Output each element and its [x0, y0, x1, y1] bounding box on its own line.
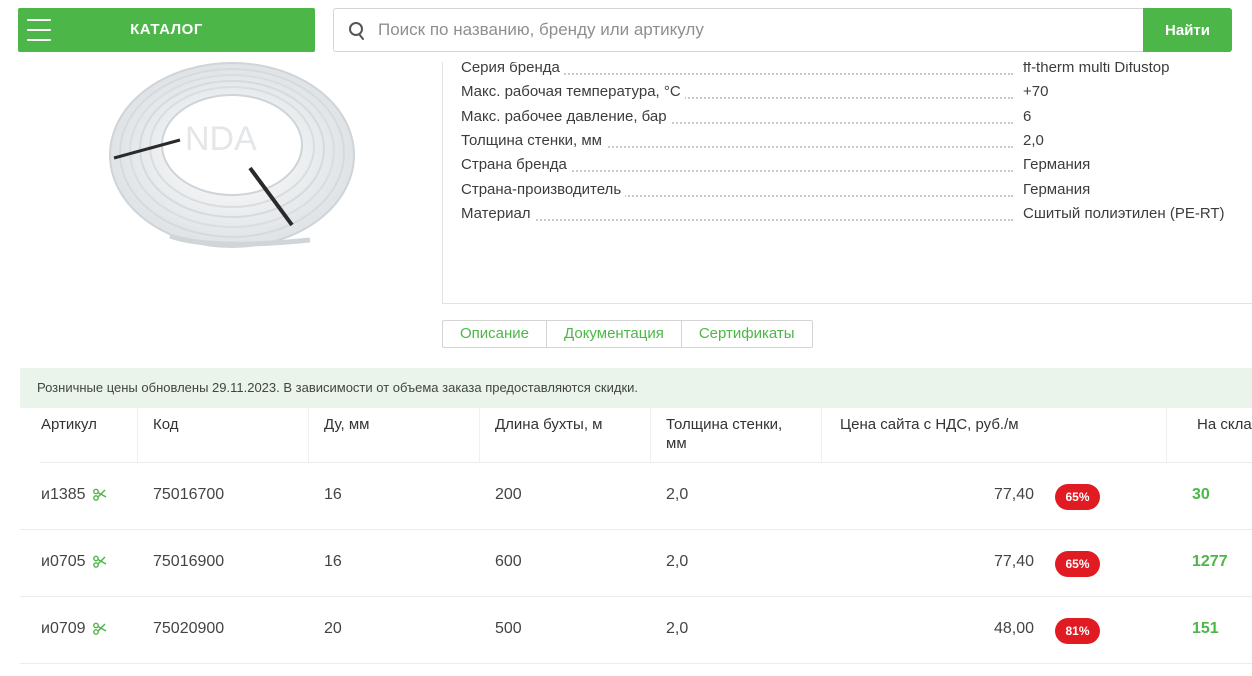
spec-row: Серия бренда ff-therm multi Difustop	[461, 59, 1241, 79]
price-cell: 48,00	[993, 620, 1034, 637]
length-cell: 500	[495, 620, 522, 637]
price-cell: 77,40	[993, 486, 1034, 503]
stock-cell: 151	[1192, 620, 1219, 637]
product-image: NDA	[70, 40, 400, 280]
spec-row: Макс. рабочая температура, °C +70	[461, 83, 1241, 103]
du-cell: 20	[324, 620, 342, 637]
length-cell: 600	[495, 553, 522, 570]
spec-value: Сшитый полиэтилен (PE-RT)	[1013, 205, 1225, 222]
tab-description[interactable]: Описание	[443, 321, 548, 347]
header-article: Артикул	[41, 416, 97, 433]
price-update-notice: Розничные цены обновлены 29.11.2023. В з…	[20, 368, 1252, 408]
spec-dotted-leader	[461, 219, 1013, 221]
header-thickness: Толщина стенки, мм	[666, 415, 782, 453]
table-header: Артикул Код Ду, мм Длина бухты, м Толщин…	[20, 408, 1252, 463]
spec-label: Страна бренда	[461, 156, 571, 173]
spec-value: Германия	[1013, 181, 1091, 198]
stock-cell: 30	[1192, 486, 1210, 503]
spec-row: Материал Сшитый полиэтилен (PE-RT)	[461, 205, 1241, 225]
search-button[interactable]: Найти	[1143, 8, 1232, 52]
search-icon	[349, 22, 364, 40]
product-variants-table: Артикул Код Ду, мм Длина бухты, м Толщин…	[20, 408, 1252, 664]
specs-panel: Серия бренда ff-therm multi Difustop Макс.…	[442, 40, 1252, 304]
code-cell: 75020900	[153, 620, 225, 637]
thickness-cell: 2,0	[666, 553, 689, 570]
spec-value: +70	[1013, 83, 1049, 100]
product-tabs: Описание Документация Сертификаты	[442, 320, 813, 348]
search-box: Найти	[333, 8, 1232, 52]
thickness-cell: 2,0	[666, 620, 689, 637]
length-cell: 200	[495, 486, 522, 503]
thickness-cell: 2,0	[666, 486, 689, 503]
site-header: КАТАЛОГ Найти	[0, 0, 1252, 62]
table-row: и0705 75016900 16 600 2,0 77,40 65% 1277	[20, 530, 1252, 597]
catalog-button-label: КАТАЛОГ	[130, 21, 203, 38]
stock-cell: 1277	[1192, 553, 1228, 570]
article-cell[interactable]: и0705	[41, 553, 108, 571]
price-cell: 77,40	[993, 553, 1034, 570]
article-number[interactable]: и0709	[41, 620, 86, 638]
search-input[interactable]	[378, 10, 1138, 50]
pipe-coil-image: NDA	[109, 62, 355, 248]
catalog-button[interactable]: КАТАЛОГ	[18, 8, 315, 52]
discount-badge: 65%	[1055, 484, 1100, 510]
spec-label: Толщина стенки, мм	[461, 132, 606, 149]
header-du: Ду, мм	[324, 416, 370, 433]
scissors-icon[interactable]	[92, 487, 108, 503]
table-row: и0709 75020900 20 500 2,0 48,00 81% 151	[20, 597, 1252, 664]
spec-label: Макс. рабочее давление, бар	[461, 108, 671, 125]
spec-row: Макс. рабочее давление, бар 6	[461, 108, 1241, 128]
scissors-icon[interactable]	[92, 554, 108, 570]
spec-value: 6	[1013, 108, 1032, 125]
article-cell[interactable]: и0709	[41, 620, 108, 638]
du-cell: 16	[324, 486, 342, 503]
du-cell: 16	[324, 553, 342, 570]
tab-certificates[interactable]: Сертификаты	[682, 321, 812, 347]
header-stock: На скла	[1197, 416, 1252, 433]
spec-row: Толщина стенки, мм 2,0	[461, 132, 1241, 152]
code-cell: 75016900	[153, 553, 225, 570]
spec-row: Страна-производитель Германия	[461, 181, 1241, 201]
spec-label: Макс. рабочая температура, °C	[461, 83, 685, 100]
spec-label: Страна-производитель	[461, 181, 626, 198]
header-thickness-line2: мм	[666, 435, 687, 452]
spec-row: Страна бренда Германия	[461, 156, 1241, 176]
spec-label: Материал	[461, 205, 535, 222]
discount-badge: 65%	[1055, 551, 1100, 577]
header-length: Длина бухты, м	[495, 416, 603, 433]
header-thickness-line1: Толщина стенки,	[666, 416, 783, 433]
code-cell: 75016700	[153, 486, 225, 503]
discount-badge: 81%	[1055, 618, 1100, 644]
table-row: и1385 75016700 16 200 2,0 77,40 65% 30	[20, 463, 1252, 530]
article-cell[interactable]: и1385	[41, 486, 108, 504]
article-number[interactable]: и1385	[41, 486, 86, 504]
table-body: и1385 75016700 16 200 2,0 77,40 65% 30 и0705 7501…	[20, 463, 1252, 664]
scissors-icon[interactable]	[92, 621, 108, 637]
spec-value: 2,0	[1013, 132, 1044, 149]
header-code: Код	[153, 416, 179, 433]
article-number[interactable]: и0705	[41, 553, 86, 571]
tab-documentation[interactable]: Документация	[547, 321, 682, 347]
header-price: Цена сайта с НДС, руб./м	[840, 416, 1019, 433]
watermark-text: NDA	[185, 120, 257, 158]
spec-value: Германия	[1013, 156, 1091, 173]
